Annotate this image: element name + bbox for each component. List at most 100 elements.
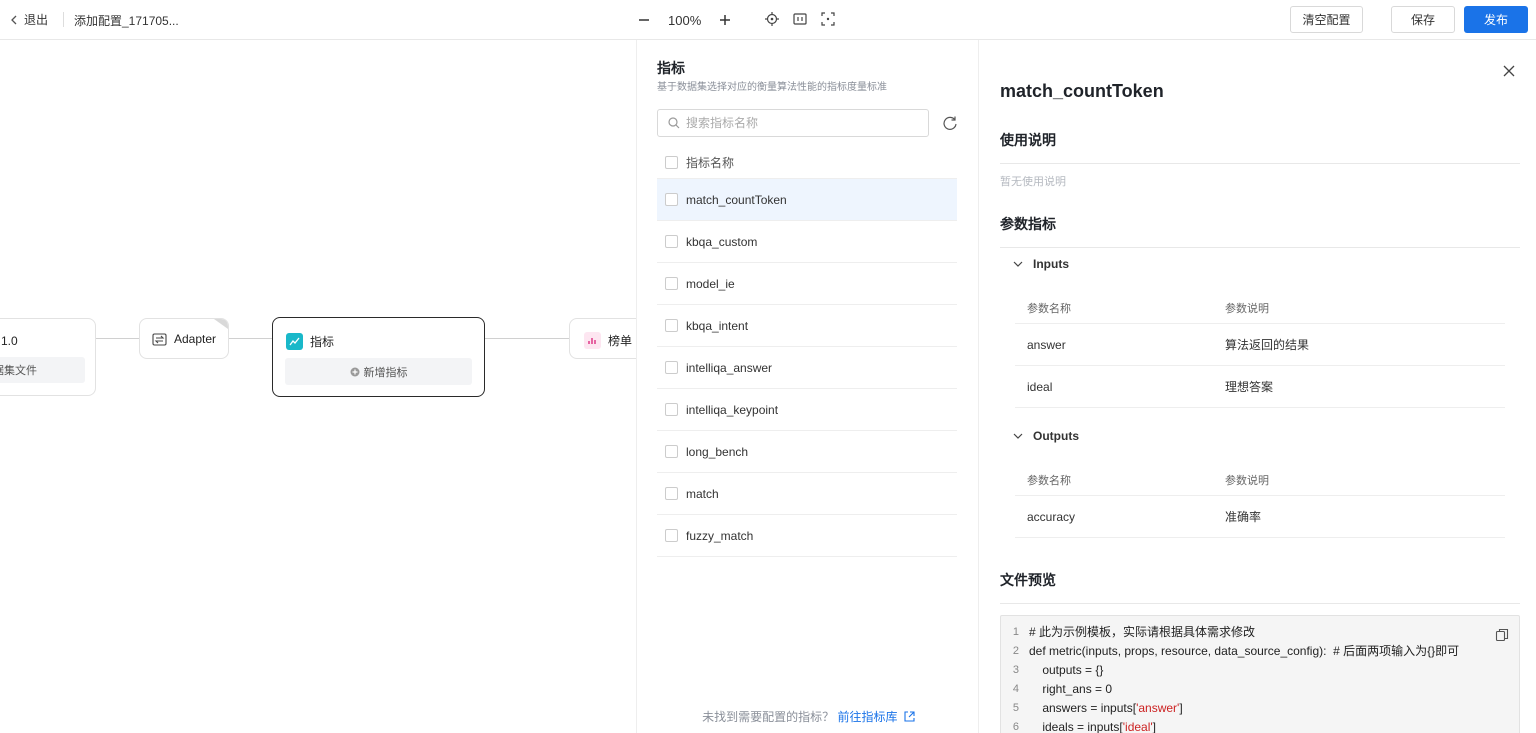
code-text: # 此为示例模板，实际请根据具体需求修改 (1029, 625, 1256, 639)
outputs-table: 参数名称 参数说明 accuracy 准确率 (1015, 464, 1505, 538)
edge (484, 338, 570, 339)
item-checkbox[interactable] (665, 445, 678, 458)
edge (228, 338, 273, 339)
edge (95, 338, 140, 339)
corner-fold-icon (214, 319, 228, 329)
list-item[interactable]: kbqa_intent (657, 305, 957, 347)
plus-circle-icon (350, 367, 359, 376)
usage-empty: 暂无使用说明 (1000, 176, 1066, 188)
chevron-left-icon (11, 15, 17, 24)
zoom-out-button[interactable] (634, 10, 654, 30)
adapter-node-header: Adapter (152, 332, 216, 346)
refresh-icon[interactable] (942, 115, 958, 131)
list-item[interactable]: long_bench (657, 431, 957, 473)
col-name-header: 参数名称 (1027, 302, 1071, 315)
code-line: 2 def metric(inputs, props, resource, dat… (1001, 641, 1519, 660)
line-number: 5 (1012, 701, 1019, 714)
add-metric-label: 新增指标 (363, 366, 408, 379)
table-header: 参数名称 参数说明 (1015, 292, 1505, 324)
exit-label: 退出 (24, 13, 49, 27)
clear-config-button[interactable]: 清空配置 (1290, 6, 1363, 33)
dataset-node[interactable]: 1.0 据集文件 (0, 318, 96, 396)
param-desc: 算法返回的结果 (1225, 338, 1310, 352)
fullscreen-icon (821, 12, 835, 26)
list-item[interactable]: match (657, 473, 957, 515)
item-checkbox[interactable] (665, 487, 678, 500)
leaderboard-node[interactable]: 榜单 (569, 318, 636, 359)
minimap-button[interactable] (791, 10, 809, 28)
item-checkbox[interactable] (665, 403, 678, 416)
inputs-collapse[interactable]: Inputs (1013, 257, 1069, 271)
fit-view-button[interactable] (819, 10, 837, 28)
item-checkbox[interactable] (665, 361, 678, 374)
line-number: 4 (1012, 682, 1019, 695)
crosshair-icon (765, 12, 779, 26)
code-text: answers = inputs[ (1029, 700, 1137, 715)
item-checkbox[interactable] (665, 193, 678, 206)
search-icon (668, 117, 680, 129)
code-text: ideals = inputs[ (1029, 719, 1123, 733)
item-checkbox[interactable] (665, 277, 678, 290)
map-icon (793, 13, 807, 25)
item-label: model_ie (686, 276, 735, 291)
code-text: ] (1179, 700, 1183, 715)
metric-library-link[interactable]: 前往指标库 (838, 710, 915, 724)
zoom-controls: 100% (634, 9, 735, 31)
metric-detail-panel: match_countToken 使用说明 暂无使用说明 参数指标 Inputs… (979, 40, 1536, 733)
add-metric-button[interactable]: 新增指标 (285, 358, 472, 385)
col-desc-header: 参数说明 (1225, 302, 1269, 315)
plus-icon (720, 15, 731, 25)
list-item[interactable]: model_ie (657, 263, 957, 305)
code-line: 6 ideals = inputs['ideal'] (1001, 717, 1519, 733)
search-box (657, 109, 929, 137)
outputs-collapse[interactable]: Outputs (1013, 429, 1079, 443)
param-name: ideal (1027, 379, 1053, 394)
exit-button[interactable]: 退出 (10, 11, 48, 28)
item-label: match (686, 486, 719, 501)
select-all-checkbox[interactable] (665, 156, 678, 169)
param-desc: 理想答案 (1225, 380, 1274, 394)
item-checkbox[interactable] (665, 529, 678, 542)
footer-text: 未找到需要配置的指标？ (702, 710, 835, 724)
list-item[interactable]: match_countToken (657, 179, 957, 221)
locate-button[interactable] (763, 10, 781, 28)
flow-canvas[interactable]: 1.0 据集文件 Adapter 指标 新增指标 榜单 (0, 40, 636, 733)
param-desc: 准确率 (1225, 510, 1262, 524)
inputs-label: Inputs (1033, 257, 1069, 271)
panel-title: 指标 (657, 60, 685, 76)
panel-subtitle: 基于数据集选择对应的衡量算法性能的指标度量标准 (657, 82, 887, 93)
copy-icon[interactable] (1495, 628, 1509, 642)
code-preview[interactable]: 1 # 此为示例模板，实际请根据具体需求修改 2 def metric(inputs… (1000, 615, 1520, 733)
metric-node[interactable]: 指标 新增指标 (272, 317, 485, 397)
chevron-down-icon (1013, 433, 1023, 439)
item-checkbox[interactable] (665, 319, 678, 332)
list-item[interactable]: intelliqa_answer (657, 347, 957, 389)
code-line: 1 # 此为示例模板，实际请根据具体需求修改 (1001, 622, 1519, 641)
code-text: def metric(inputs, props, resource, data… (1029, 644, 1460, 658)
line-number: 6 (1012, 720, 1019, 733)
list-item[interactable]: fuzzy_match (657, 515, 957, 557)
list-item[interactable]: intelliqa_keypoint (657, 389, 957, 431)
outputs-label: Outputs (1033, 429, 1079, 443)
adapter-icon (152, 332, 167, 346)
metric-search-input[interactable] (686, 116, 916, 130)
item-checkbox[interactable] (665, 235, 678, 248)
list-item[interactable]: kbqa_custom (657, 221, 957, 263)
line-number: 3 (1012, 663, 1019, 676)
code-string: 'ideal' (1122, 719, 1153, 733)
leaderboard-label: 榜单 (608, 334, 633, 348)
code-text: ] (1152, 719, 1157, 733)
top-bar: 退出 添加配置_171705... 100% 清空配置 保存 发布 (0, 0, 1536, 40)
code-line: 3 outputs = {} (1001, 660, 1519, 679)
line-number: 1 (1012, 625, 1019, 638)
save-button[interactable]: 保存 (1391, 6, 1455, 33)
adapter-node[interactable]: Adapter (139, 318, 229, 359)
zoom-in-button[interactable] (715, 10, 735, 30)
item-label: kbqa_intent (686, 318, 749, 333)
close-icon[interactable] (1502, 64, 1516, 78)
param-name: accuracy (1027, 509, 1076, 524)
table-header: 参数名称 参数说明 (1015, 464, 1505, 496)
col-name-header: 参数名称 (1027, 474, 1071, 487)
publish-button[interactable]: 发布 (1464, 6, 1528, 33)
metric-node-header: 指标 (286, 333, 334, 350)
